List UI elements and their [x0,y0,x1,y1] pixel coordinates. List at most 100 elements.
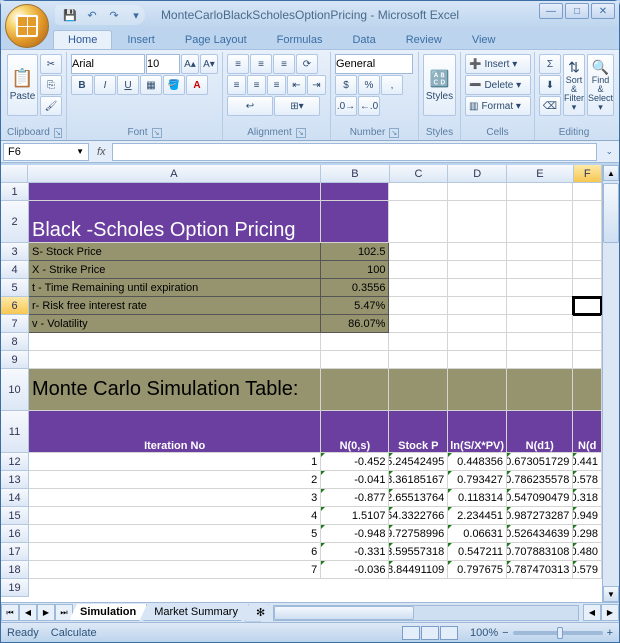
row-header[interactable]: 3 [1,243,29,261]
align-middle-button[interactable]: ≡ [250,54,272,74]
orientation-button[interactable]: ⟳ [296,54,318,74]
row-header[interactable]: 17 [1,543,29,561]
cell[interactable]: 0.441 [573,453,602,471]
alignment-launcher[interactable]: ↘ [296,128,306,138]
undo-icon[interactable]: ↶ [83,6,101,24]
hscroll-right[interactable]: ▶ [601,604,619,621]
cell[interactable]: 0.949 [573,507,602,525]
row-header[interactable]: 11 [1,411,29,453]
fill-button[interactable]: ⬇ [539,75,561,95]
row-header[interactable]: 10 [1,369,29,411]
minimize-button[interactable]: ― [539,3,563,19]
cell[interactable]: 0.448356 [448,453,507,471]
col-header-b[interactable]: B [321,165,389,183]
tab-page-layout[interactable]: Page Layout [170,30,262,50]
cell[interactable]: 0.526434639 [507,525,573,543]
cell[interactable]: 0.793427 [448,471,507,489]
cell[interactable]: v - Volatility [29,315,321,333]
scroll-thumb[interactable] [603,183,619,243]
hscroll-thumb[interactable] [274,606,414,620]
insert-cells-button[interactable]: ➕Insert ▾ [465,54,531,74]
first-sheet-button[interactable]: ⏮ [1,604,19,621]
hscroll-left[interactable]: ◀ [583,604,601,621]
expand-formula-bar[interactable]: ⌄ [599,146,619,157]
col-header-c[interactable]: C [390,165,449,183]
tab-data[interactable]: Data [337,30,390,50]
copy-button[interactable]: ⎘ [40,75,62,95]
cell[interactable]: 0.787470313 [507,561,573,579]
cell[interactable]: 0.3556 [321,279,389,297]
row-header[interactable]: 5 [1,279,29,297]
cells-area[interactable]: Black -Scholes Option Pricing S- Stock P… [29,183,602,579]
cell[interactable]: -0.452 [321,453,389,471]
comma-button[interactable]: , [381,75,403,95]
table-header[interactable]: N(d1) [507,411,573,453]
cell[interactable]: 0.480 [573,543,602,561]
close-button[interactable]: ✕ [591,3,615,19]
select-all-button[interactable] [1,165,28,183]
normal-view-button[interactable] [402,626,420,640]
row-header[interactable]: 4 [1,261,29,279]
cell[interactable]: 2.234451 [448,507,507,525]
underline-button[interactable]: U [117,75,139,95]
align-left-button[interactable]: ≡ [227,75,246,95]
cell[interactable]: 1.5107 [321,507,389,525]
number-format-combo[interactable] [335,54,413,74]
cell[interactable]: -0.041 [321,471,389,489]
paste-button[interactable]: 📋 Paste [7,54,38,116]
bold-button[interactable]: B [71,75,93,95]
row-header[interactable]: 1 [1,183,29,201]
cell[interactable]: 0.318 [573,489,602,507]
cell[interactable]: 7 [29,561,321,579]
col-header-e[interactable]: E [507,165,573,183]
cell[interactable]: 42.65513764 [389,489,448,507]
cell[interactable]: r- Risk free interest rate [29,297,321,315]
italic-button[interactable]: I [94,75,116,95]
cell[interactable]: S- Stock Price [29,243,321,261]
sheet-tab-simulation[interactable]: Simulation [69,604,147,621]
row-header[interactable]: 6 [1,297,29,315]
cell[interactable]: t - Time Remaining until expiration [29,279,321,297]
table-header[interactable]: Stock P [389,411,448,453]
col-header-a[interactable]: A [28,165,322,183]
maximize-button[interactable]: □ [565,3,589,19]
format-cells-button[interactable]: ▥Format ▾ [465,96,531,116]
cut-button[interactable]: ✂ [40,54,62,74]
styles-button[interactable]: 🔠 Styles [423,54,456,116]
cell[interactable]: 2 [29,471,321,489]
col-header-f[interactable]: F [574,165,602,183]
next-sheet-button[interactable]: ▶ [37,604,55,621]
clear-button[interactable]: ⌫ [539,96,561,116]
row-header[interactable]: 14 [1,489,29,507]
prev-sheet-button[interactable]: ◀ [19,604,37,621]
zoom-in-button[interactable]: + [607,627,613,639]
zoom-level[interactable]: 100% [470,627,498,639]
cell[interactable]: 0.578 [573,471,602,489]
cell[interactable]: 73.59557318 [389,543,448,561]
font-launcher[interactable]: ↘ [152,128,162,138]
office-button[interactable] [5,4,49,48]
zoom-slider[interactable] [513,631,603,635]
cell[interactable]: 86.07% [321,315,389,333]
zoom-out-button[interactable]: − [502,627,508,639]
wrap-text-button[interactable]: ↩ [227,96,273,116]
sort-filter-button[interactable]: ⇅Sort & Filter ▾ [563,54,585,116]
page-break-view-button[interactable] [440,626,458,640]
align-top-button[interactable]: ≡ [227,54,249,74]
align-center-button[interactable]: ≡ [247,75,266,95]
row-header[interactable]: 9 [1,351,29,369]
tab-review[interactable]: Review [391,30,457,50]
shrink-font-button[interactable]: A▾ [200,54,218,74]
cell[interactable]: 39.72758996 [389,525,448,543]
row-header[interactable]: 18 [1,561,29,579]
percent-button[interactable]: % [358,75,380,95]
cell[interactable]: 5 [29,525,321,543]
decrease-indent-button[interactable]: ⇤ [287,75,306,95]
delete-cells-button[interactable]: ➖Delete ▾ [465,75,531,95]
row-header[interactable]: 16 [1,525,29,543]
save-icon[interactable]: 💾 [61,6,79,24]
redo-icon[interactable]: ↷ [105,6,123,24]
scroll-down-button[interactable]: ▼ [603,586,619,602]
align-bottom-button[interactable]: ≡ [273,54,295,74]
cell[interactable]: 0.707883108 [507,543,573,561]
